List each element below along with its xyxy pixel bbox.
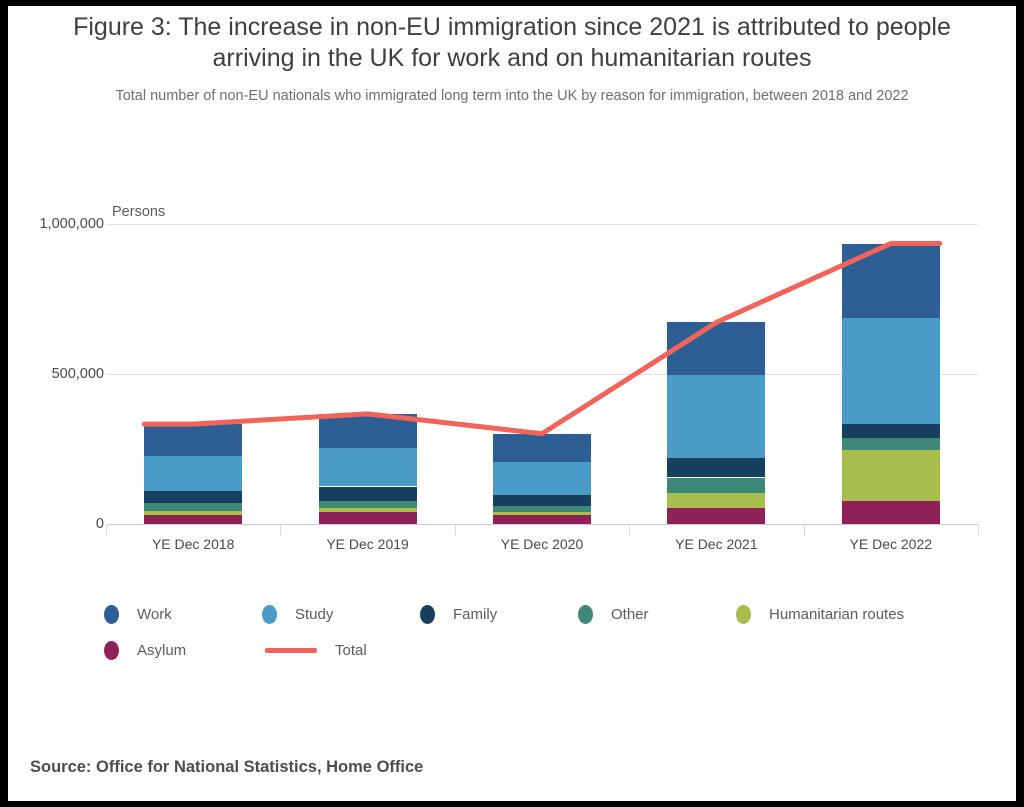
- bar-segment[interactable]: [144, 503, 242, 512]
- x-axis-separator: [803, 524, 805, 536]
- legend-item[interactable]: Family: [420, 604, 578, 624]
- bar-segment[interactable]: [842, 423, 940, 438]
- chart-plot-area: 1,000,000 500,000 0 Persons YE Dec 2018 Y…: [8, 6, 1016, 801]
- legend-row-primary: Work Study Family Other Humanitarian routes: [104, 596, 1004, 632]
- x-tick-label: YE Dec 2018: [151, 536, 235, 552]
- legend-item-label: Study: [295, 605, 334, 623]
- bar-segment[interactable]: [842, 317, 940, 424]
- legend-dot-swatch: [262, 604, 277, 624]
- bar-segment[interactable]: [493, 505, 591, 512]
- y-tick-label-500000: 500,000: [51, 366, 104, 382]
- legend-line-swatch: [265, 647, 317, 653]
- x-axis-separator: [978, 524, 979, 536]
- legend-dot-swatch: [420, 604, 435, 624]
- bar-segment[interactable]: [842, 243, 940, 318]
- bar-segment[interactable]: [667, 374, 765, 459]
- bar-segment[interactable]: [144, 456, 242, 492]
- legend-item[interactable]: Asylum: [104, 640, 262, 660]
- bar-segment[interactable]: [319, 486, 417, 501]
- x-axis-line: [106, 524, 978, 525]
- bar-segment[interactable]: [493, 433, 591, 462]
- x-axis-separator: [106, 524, 107, 536]
- legend-dot-swatch: [104, 604, 119, 624]
- bar-segment[interactable]: [842, 449, 940, 501]
- bar-segment[interactable]: [319, 448, 417, 487]
- bar-segment[interactable]: [667, 322, 765, 375]
- x-axis-separator: [629, 524, 631, 536]
- x-tick-label: YE Dec 2021: [675, 536, 758, 552]
- legend-item-label: Other: [611, 605, 649, 623]
- legend-item-label: Family: [453, 605, 498, 623]
- bar-segment[interactable]: [144, 424, 242, 457]
- bar-segment[interactable]: [493, 512, 591, 515]
- legend-item-label: Work: [137, 605, 172, 623]
- bar-segment[interactable]: [144, 491, 242, 504]
- bar-segment[interactable]: [667, 458, 765, 478]
- bar-segment[interactable]: [842, 500, 940, 524]
- figure-container: Figure 3: The increase in non-EU immigra…: [8, 6, 1016, 801]
- bar-segment[interactable]: [667, 508, 765, 524]
- legend-dot-swatch: [104, 640, 119, 660]
- bar-segment[interactable]: [667, 492, 765, 509]
- legend-item-label: Humanitarian routes: [769, 605, 905, 623]
- legend-item[interactable]: Other: [578, 604, 736, 624]
- legend-dot-swatch: [578, 604, 593, 624]
- x-axis-separator: [280, 524, 282, 536]
- bar-segment[interactable]: [842, 437, 940, 450]
- bar-segment[interactable]: [319, 500, 417, 508]
- bar-segment[interactable]: [493, 494, 591, 506]
- legend-dot-swatch: [736, 604, 751, 624]
- legend-row-secondary: Asylum Total: [104, 632, 1004, 668]
- bar-segment[interactable]: [319, 507, 417, 512]
- x-tick-label: YE Dec 2022: [849, 536, 933, 552]
- legend-item-label: Total: [335, 641, 367, 659]
- bar-segment[interactable]: [667, 477, 765, 493]
- y-axis-unit-label: Persons: [112, 204, 172, 220]
- gridline-1000000: [106, 224, 978, 225]
- bar-segment[interactable]: [319, 511, 417, 524]
- x-tick-label: YE Dec 2019: [326, 536, 409, 552]
- bar-segment[interactable]: [493, 461, 591, 495]
- x-axis-separator: [454, 524, 456, 536]
- y-tick-label-1000000: 1,000,000: [39, 216, 104, 232]
- bar-segment[interactable]: [319, 413, 417, 449]
- legend-item[interactable]: Humanitarian routes: [736, 604, 996, 624]
- legend-item-label: Asylum: [137, 641, 187, 659]
- x-tick-label: YE Dec 2020: [500, 536, 584, 552]
- bar-segment[interactable]: [144, 515, 242, 524]
- bar-segment[interactable]: [493, 515, 591, 524]
- legend-item[interactable]: Study: [262, 604, 420, 624]
- bar-segment[interactable]: [144, 511, 242, 515]
- legend-item[interactable]: Total: [262, 642, 562, 659]
- legend-item[interactable]: Work: [104, 604, 262, 624]
- source-note: Source: Office for National Statistics, …: [30, 758, 424, 776]
- y-tick-label-0: 0: [95, 516, 104, 532]
- chart-legend: Work Study Family Other Humanitarian routes …: [104, 596, 1004, 668]
